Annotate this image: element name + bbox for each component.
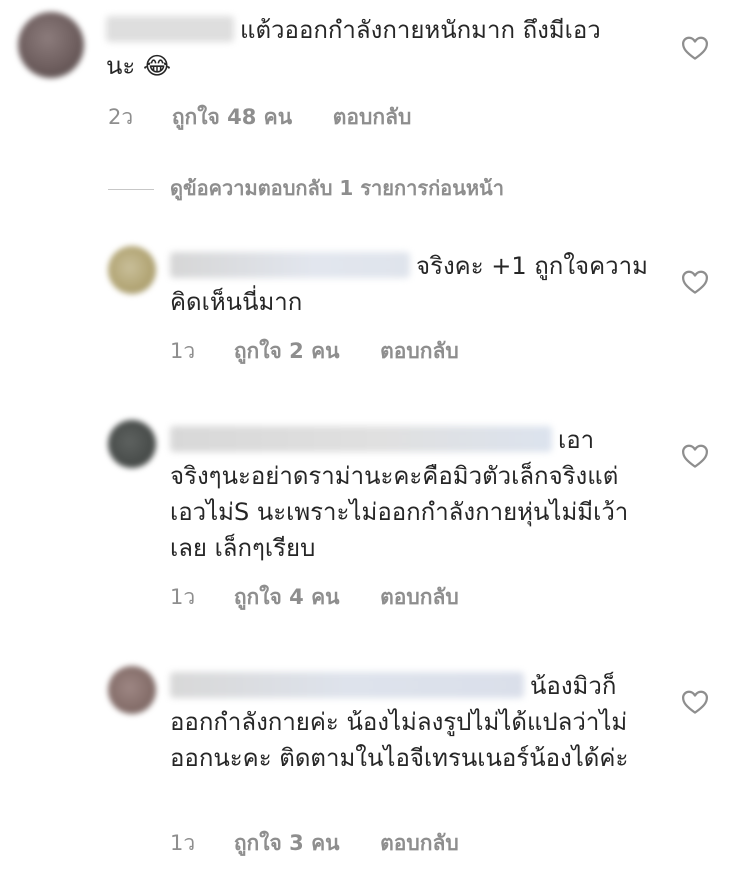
reply-button[interactable]: ตอบกลับ	[380, 581, 459, 614]
username-blurred[interactable]	[170, 672, 524, 698]
heart-outline-icon[interactable]	[680, 687, 710, 717]
comment-text-block: น้องมิวก็ออกกำลังกายค่ะ น้องไม่ลงรูปไม่ไ…	[170, 668, 640, 776]
comment-meta: 1ว ถูกใจ 3 คน ตอบกลับ	[170, 827, 459, 860]
likes-count[interactable]: ถูกใจ 4 คน	[234, 581, 340, 614]
likes-count[interactable]: ถูกใจ 3 คน	[234, 827, 340, 860]
comment-meta: 1ว ถูกใจ 2 คน ตอบกลับ	[170, 335, 459, 368]
comment-text-block: จริงคะ +1 ถูกใจความคิดเห็นนี่มาก	[170, 248, 650, 320]
username-blurred[interactable]	[170, 252, 410, 278]
timestamp[interactable]: 1ว	[170, 581, 195, 614]
laughing-emoji-icon: 😂	[142, 52, 171, 80]
avatar[interactable]	[108, 246, 156, 294]
view-replies-label: ดูข้อความตอบกลับ 1 รายการก่อนหน้า	[170, 176, 504, 200]
comment-meta: 2ว ถูกใจ 48 คน ตอบกลับ	[108, 101, 411, 134]
avatar[interactable]	[108, 666, 156, 714]
comment-text-block: แต้วออกกำลังกายหนักมาก ถึงมีเอวนะ 😂	[106, 12, 626, 84]
comment-meta: 1ว ถูกใจ 4 คน ตอบกลับ	[170, 581, 459, 614]
comment-text-block: เอาจริงๆนะอย่าดราม่านะคะคือมิวตัวเล็กจริ…	[170, 422, 640, 566]
heart-outline-icon[interactable]	[680, 33, 710, 63]
username-blurred[interactable]	[170, 426, 552, 452]
heart-outline-icon[interactable]	[680, 441, 710, 471]
reply-button[interactable]: ตอบกลับ	[333, 101, 412, 134]
timestamp[interactable]: 2ว	[108, 101, 133, 134]
reply-button[interactable]: ตอบกลับ	[380, 827, 459, 860]
heart-outline-icon[interactable]	[680, 267, 710, 297]
timestamp[interactable]: 1ว	[170, 335, 195, 368]
reply-button[interactable]: ตอบกลับ	[380, 335, 459, 368]
username-blurred[interactable]	[106, 16, 234, 42]
likes-count[interactable]: ถูกใจ 48 คน	[172, 101, 292, 134]
likes-count[interactable]: ถูกใจ 2 คน	[234, 335, 340, 368]
divider-line	[108, 189, 154, 190]
view-previous-replies-link[interactable]: ดูข้อความตอบกลับ 1 รายการก่อนหน้า	[108, 172, 504, 204]
timestamp[interactable]: 1ว	[170, 827, 195, 860]
avatar[interactable]	[108, 420, 156, 468]
avatar[interactable]	[18, 12, 84, 78]
